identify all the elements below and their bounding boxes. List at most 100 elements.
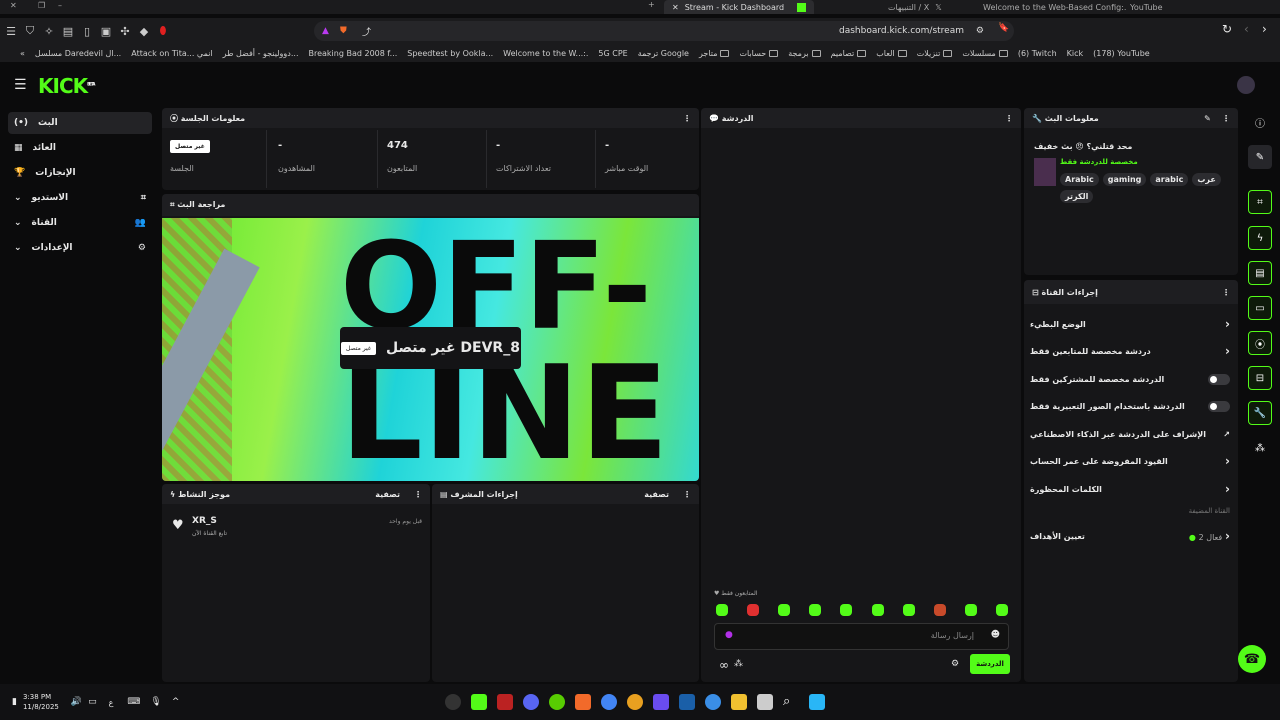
bookmark-folder[interactable]: تنزيلات	[917, 49, 953, 58]
category-link[interactable]: مخصصة للدردشة فقط	[1060, 158, 1138, 166]
sidebar-item-revenue[interactable]: ▦ العائد	[8, 137, 152, 159]
filter-button[interactable]: تصفية	[375, 490, 400, 499]
more-options-icon[interactable]: ⋮	[1222, 288, 1230, 297]
send-chat-button[interactable]: الدردشة	[970, 654, 1010, 674]
chrome-icon[interactable]	[601, 694, 617, 710]
keyboard-icon[interactable]: ⌨	[127, 697, 140, 707]
more-options-icon[interactable]: ⋮	[683, 114, 691, 123]
forward-icon[interactable]: ›	[1262, 22, 1267, 36]
chat-settings-icon[interactable]: ⚙	[951, 659, 959, 669]
bookmark-icon[interactable]: 🔖	[998, 23, 1009, 33]
sidebar-item-settings[interactable]: ⌄ الإعدادات ⚙	[8, 237, 152, 259]
more-options-icon[interactable]: ⋮	[1005, 114, 1013, 123]
sidebar-item-achievements[interactable]: 🏆 الإنجازات	[8, 162, 152, 184]
dots-icon[interactable]: ⁂	[1248, 436, 1272, 460]
brave-rewards-icon[interactable]: ▲	[322, 26, 329, 36]
file-explorer-icon[interactable]	[731, 694, 747, 710]
panel-icon[interactable]: ▯	[79, 23, 95, 39]
bookmark[interactable]: دوولينجو - أفضل طر...	[223, 49, 299, 58]
bookmark[interactable]: Welcome to the W...:.	[503, 49, 588, 58]
brave-icon[interactable]	[575, 694, 591, 710]
kick-studio-icon[interactable]	[471, 694, 487, 710]
chrome-canary-icon[interactable]	[627, 694, 643, 710]
app-icon[interactable]	[653, 694, 669, 710]
chat-icon[interactable]: ▭	[1248, 296, 1272, 320]
bookmark-folder[interactable]: تصاميم	[831, 49, 867, 58]
app-icon[interactable]	[705, 694, 721, 710]
bookmark-folder[interactable]: برمجة	[788, 49, 821, 58]
document-icon[interactable]: ▤	[1248, 261, 1272, 285]
brave-shield-icon[interactable]: ⛊	[340, 26, 347, 36]
followers-only-row[interactable]: دردشة مخصصة للمتابعين فقط ›	[1030, 341, 1230, 361]
reload-icon[interactable]: ↻	[1222, 22, 1232, 36]
edit-icon[interactable]: ✎	[1248, 145, 1272, 169]
emote[interactable]	[716, 604, 728, 616]
edit-icon[interactable]: ✎	[1204, 114, 1211, 123]
bookmark[interactable]: (6) Twitch	[1018, 49, 1057, 58]
minimize-window-icon[interactable]: –	[58, 1, 62, 10]
discord-icon[interactable]	[523, 694, 539, 710]
sidebar-icon[interactable]: ▤	[60, 23, 76, 39]
sidebar-item-studio[interactable]: ⌄ الاستديو ⌗	[8, 187, 152, 209]
clock[interactable]: 3:38 PM 11/8/2025	[23, 692, 59, 712]
site-settings-icon[interactable]: ⚙	[976, 26, 984, 36]
tab-youtube[interactable]: YouTube	[1122, 0, 1171, 14]
bookmark[interactable]: Attack on Tita... انمي	[131, 49, 212, 58]
microphone-icon[interactable]: 🎙	[150, 697, 161, 707]
emote[interactable]	[840, 604, 853, 616]
studio-icon[interactable]: ⌗	[1248, 190, 1272, 214]
more-options-icon[interactable]: ⋮	[1222, 114, 1230, 123]
bookmark-folder[interactable]: حسابات	[739, 49, 779, 58]
tag[interactable]: عرب	[1192, 173, 1221, 186]
info-icon[interactable]: ⓘ	[1248, 110, 1272, 134]
tab-x[interactable]: التنبيهات / X𝕏	[880, 0, 950, 14]
ai-moderation-row[interactable]: الإشراف على الدردشة عبر الذكاء الاصطناعي…	[1030, 424, 1230, 444]
tag[interactable]: arabic	[1150, 173, 1189, 186]
bookmark[interactable]: 5G CPE	[598, 49, 627, 58]
shield-icon[interactable]: ⛉	[22, 23, 38, 39]
bookmark[interactable]: (178) YouTube	[1093, 49, 1150, 58]
tab-kick-dashboard[interactable]: ✕ Stream - Kick Dashboard	[664, 0, 814, 14]
back-icon[interactable]: ‹	[1244, 22, 1249, 36]
emote-only-toggle[interactable]	[1208, 400, 1230, 412]
support-button[interactable]: ☎	[1238, 645, 1266, 673]
restore-window-icon[interactable]: ❐	[38, 1, 45, 10]
lightning-icon[interactable]: ϟ	[1248, 226, 1272, 250]
wrench-icon[interactable]: 🔧	[1248, 401, 1272, 425]
volume-icon[interactable]: 🔊	[71, 697, 82, 707]
slow-mode-row[interactable]: الوضع البطيء ›	[1030, 314, 1230, 334]
start-icon[interactable]	[809, 694, 825, 710]
share-icon[interactable]: ⤴	[362, 25, 371, 38]
infinity-icon[interactable]: ∞	[719, 658, 729, 672]
more-options-icon[interactable]: ⋮	[414, 490, 422, 499]
channel-actions-icon[interactable]: ⊟	[1248, 366, 1272, 390]
address-bar[interactable]: ▲ ⛊ ⤴ dashboard.kick.com/stream ⚙	[314, 21, 1014, 41]
emote[interactable]	[809, 604, 822, 616]
hamburger-menu-icon[interactable]: ☰	[14, 77, 27, 93]
sidebar-item-channel[interactable]: ⌄ القناة 👥	[8, 212, 152, 234]
subscribers-only-toggle[interactable]	[1208, 373, 1230, 385]
emote[interactable]	[747, 604, 760, 616]
kick-logo[interactable]: KICKBETA	[38, 74, 95, 98]
network-icon[interactable]: ▭	[88, 697, 97, 707]
emote[interactable]	[902, 604, 915, 616]
clock-app-icon[interactable]	[445, 694, 461, 710]
battery-icon[interactable]: ▮	[12, 697, 17, 707]
app-icon[interactable]	[679, 694, 695, 710]
broadcast-icon[interactable]: ⦿	[1248, 331, 1272, 355]
more-bookmarks-icon[interactable]: «	[20, 49, 25, 58]
bookmark[interactable]: Kick	[1067, 49, 1084, 58]
emoji-icon[interactable]: ☻	[991, 630, 1000, 640]
bookmark-folder[interactable]: متاجر	[699, 49, 730, 58]
screenshot-icon[interactable]: ▣	[98, 23, 114, 39]
emote[interactable]	[778, 604, 791, 616]
emote[interactable]	[871, 604, 884, 616]
emote[interactable]	[964, 604, 977, 616]
bookmark[interactable]: Breaking Bad 2008 f...	[309, 49, 398, 58]
app-icon[interactable]	[757, 694, 773, 710]
more-options-icon[interactable]: ⋮	[683, 490, 691, 499]
search-icon[interactable]: ⌕	[783, 694, 799, 710]
url-text[interactable]: dashboard.kick.com/stream	[839, 26, 964, 36]
new-tab-icon[interactable]: +	[648, 0, 655, 9]
emote[interactable]	[995, 604, 1008, 616]
